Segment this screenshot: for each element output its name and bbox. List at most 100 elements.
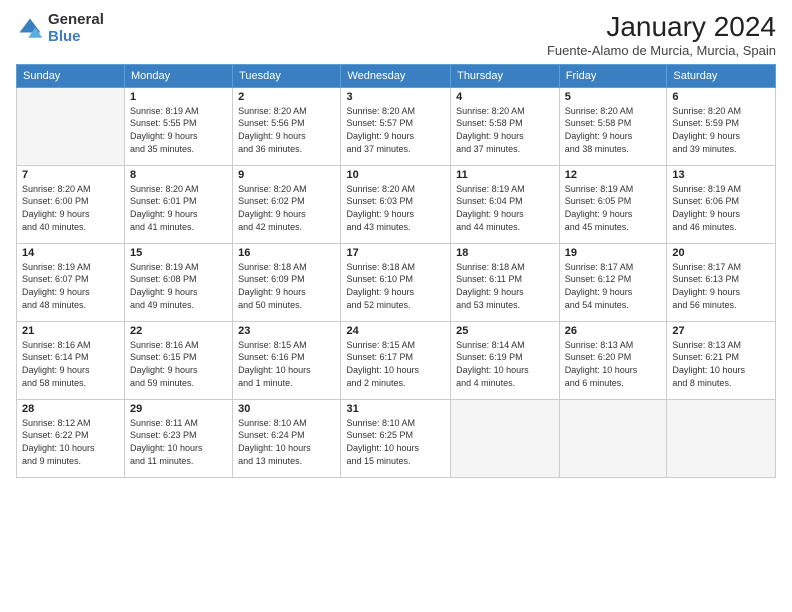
day-info: Sunrise: 8:14 AM Sunset: 6:19 PM Dayligh… <box>456 339 554 389</box>
day-number: 23 <box>238 325 335 337</box>
day-info: Sunrise: 8:16 AM Sunset: 6:15 PM Dayligh… <box>130 339 227 389</box>
week-row-2: 7 Sunrise: 8:20 AM Sunset: 6:00 PM Daylig… <box>17 165 776 243</box>
day-cell-11: 11Sunrise: 8:19 AM Sunset: 6:04 PM Dayli… <box>451 165 560 243</box>
header-day-monday: Monday <box>124 64 232 87</box>
day-cell-28: 28 Sunrise: 8:12 AM Sunset: 6:22 PM Dayli… <box>17 399 125 477</box>
day-info: Sunrise: 8:20 AM Sunset: 6:03 PM Dayligh… <box>346 183 445 233</box>
day-info: Sunrise: 8:18 AM Sunset: 6:10 PM Dayligh… <box>346 261 445 311</box>
week-row-1: 1 Sunrise: 8:19 AM Sunset: 5:55 PM Daylig… <box>17 87 776 165</box>
day-cell-7: 7 Sunrise: 8:20 AM Sunset: 6:00 PM Daylig… <box>17 165 125 243</box>
day-number: 4 <box>456 91 554 103</box>
day-cell-25: 25 Sunrise: 8:14 AM Sunset: 6:19 PM Dayli… <box>451 321 560 399</box>
header-day-tuesday: Tuesday <box>233 64 341 87</box>
day-info: Sunrise: 8:20 AM Sunset: 5:56 PM Dayligh… <box>238 105 335 155</box>
day-number: 7 <box>22 169 119 181</box>
calendar-table: SundayMondayTuesdayWednesdayThursdayFrid… <box>16 64 776 478</box>
day-number: 8 <box>130 169 227 181</box>
day-info: Sunrise: 8:10 AM Sunset: 6:24 PM Dayligh… <box>238 417 335 467</box>
day-info: Sunrise: 8:19 AM Sunset: 6:04 PM Dayligh… <box>456 183 554 233</box>
day-number: 26 <box>565 325 662 337</box>
title-block: January 2024 Fuente-Alamo de Murcia, Mur… <box>547 12 776 58</box>
day-info: Sunrise: 8:15 AM Sunset: 6:17 PM Dayligh… <box>346 339 445 389</box>
day-info: Sunrise: 8:19 AM Sunset: 6:07 PM Dayligh… <box>22 261 119 311</box>
week-row-3: 14 Sunrise: 8:19 AM Sunset: 6:07 PM Dayli… <box>17 243 776 321</box>
day-cell-9: 9 Sunrise: 8:20 AM Sunset: 6:02 PM Daylig… <box>233 165 341 243</box>
day-number: 28 <box>22 403 119 415</box>
day-number: 16 <box>238 247 335 259</box>
day-number: 5 <box>565 91 662 103</box>
day-cell-14: 14 Sunrise: 8:19 AM Sunset: 6:07 PM Dayli… <box>17 243 125 321</box>
location-title: Fuente-Alamo de Murcia, Murcia, Spain <box>547 43 776 58</box>
day-number: 15 <box>130 247 227 259</box>
day-info: Sunrise: 8:20 AM Sunset: 5:58 PM Dayligh… <box>456 105 554 155</box>
day-info: Sunrise: 8:19 AM Sunset: 5:55 PM Dayligh… <box>130 105 227 155</box>
day-number: 14 <box>22 247 119 259</box>
header: General Blue January 2024 Fuente-Alamo d… <box>16 12 776 58</box>
month-title: January 2024 <box>547 12 776 43</box>
day-number: 2 <box>238 91 335 103</box>
day-cell-19: 19 Sunrise: 8:17 AM Sunset: 6:12 PM Dayli… <box>559 243 667 321</box>
day-info: Sunrise: 8:13 AM Sunset: 6:20 PM Dayligh… <box>565 339 662 389</box>
day-number: 6 <box>672 91 770 103</box>
day-number: 27 <box>672 325 770 337</box>
day-number: 9 <box>238 169 335 181</box>
header-day-thursday: Thursday <box>451 64 560 87</box>
day-cell-6: 6 Sunrise: 8:20 AM Sunset: 5:59 PM Daylig… <box>667 87 776 165</box>
day-number: 30 <box>238 403 335 415</box>
day-cell-8: 8Sunrise: 8:20 AM Sunset: 6:01 PM Daylig… <box>124 165 232 243</box>
day-info: Sunrise: 8:20 AM Sunset: 5:58 PM Dayligh… <box>565 105 662 155</box>
day-number: 21 <box>22 325 119 337</box>
day-info: Sunrise: 8:18 AM Sunset: 6:09 PM Dayligh… <box>238 261 335 311</box>
day-number: 17 <box>346 247 445 259</box>
day-number: 10 <box>346 169 445 181</box>
header-row: SundayMondayTuesdayWednesdayThursdayFrid… <box>17 64 776 87</box>
logo: General Blue <box>16 12 104 45</box>
day-info: Sunrise: 8:15 AM Sunset: 6:16 PM Dayligh… <box>238 339 335 389</box>
day-cell-17: 17 Sunrise: 8:18 AM Sunset: 6:10 PM Dayli… <box>341 243 451 321</box>
day-cell-29: 29Sunrise: 8:11 AM Sunset: 6:23 PM Dayli… <box>124 399 232 477</box>
day-info: Sunrise: 8:20 AM Sunset: 6:00 PM Dayligh… <box>22 183 119 233</box>
day-cell-27: 27Sunrise: 8:13 AM Sunset: 6:21 PM Dayli… <box>667 321 776 399</box>
day-number: 22 <box>130 325 227 337</box>
day-number: 20 <box>672 247 770 259</box>
header-day-saturday: Saturday <box>667 64 776 87</box>
day-info: Sunrise: 8:17 AM Sunset: 6:13 PM Dayligh… <box>672 261 770 311</box>
day-cell-22: 22 Sunrise: 8:16 AM Sunset: 6:15 PM Dayli… <box>124 321 232 399</box>
day-cell-2: 2 Sunrise: 8:20 AM Sunset: 5:56 PM Daylig… <box>233 87 341 165</box>
day-number: 12 <box>565 169 662 181</box>
day-number: 1 <box>130 91 227 103</box>
day-info: Sunrise: 8:16 AM Sunset: 6:14 PM Dayligh… <box>22 339 119 389</box>
week-row-4: 21 Sunrise: 8:16 AM Sunset: 6:14 PM Dayli… <box>17 321 776 399</box>
day-cell-12: 12Sunrise: 8:19 AM Sunset: 6:05 PM Dayli… <box>559 165 667 243</box>
day-number: 25 <box>456 325 554 337</box>
calendar-page: General Blue January 2024 Fuente-Alamo d… <box>0 0 792 612</box>
day-info: Sunrise: 8:20 AM Sunset: 5:59 PM Dayligh… <box>672 105 770 155</box>
day-number: 31 <box>346 403 445 415</box>
day-cell-24: 24Sunrise: 8:15 AM Sunset: 6:17 PM Dayli… <box>341 321 451 399</box>
day-cell-31: 31Sunrise: 8:10 AM Sunset: 6:25 PM Dayli… <box>341 399 451 477</box>
day-number: 13 <box>672 169 770 181</box>
logo-text: General Blue <box>48 12 104 45</box>
day-cell-30: 30 Sunrise: 8:10 AM Sunset: 6:24 PM Dayli… <box>233 399 341 477</box>
day-cell-13: 13Sunrise: 8:19 AM Sunset: 6:06 PM Dayli… <box>667 165 776 243</box>
day-cell-3: 3 Sunrise: 8:20 AM Sunset: 5:57 PM Daylig… <box>341 87 451 165</box>
day-info: Sunrise: 8:12 AM Sunset: 6:22 PM Dayligh… <box>22 417 119 467</box>
day-number: 3 <box>346 91 445 103</box>
day-cell-21: 21 Sunrise: 8:16 AM Sunset: 6:14 PM Dayli… <box>17 321 125 399</box>
empty-cell <box>17 87 125 165</box>
day-info: Sunrise: 8:17 AM Sunset: 6:12 PM Dayligh… <box>565 261 662 311</box>
day-cell-18: 18 Sunrise: 8:18 AM Sunset: 6:11 PM Dayli… <box>451 243 560 321</box>
day-info: Sunrise: 8:19 AM Sunset: 6:08 PM Dayligh… <box>130 261 227 311</box>
header-day-friday: Friday <box>559 64 667 87</box>
day-cell-1: 1 Sunrise: 8:19 AM Sunset: 5:55 PM Daylig… <box>124 87 232 165</box>
day-number: 19 <box>565 247 662 259</box>
day-number: 29 <box>130 403 227 415</box>
day-info: Sunrise: 8:20 AM Sunset: 5:57 PM Dayligh… <box>346 105 445 155</box>
empty-cell <box>559 399 667 477</box>
day-cell-20: 20 Sunrise: 8:17 AM Sunset: 6:13 PM Dayli… <box>667 243 776 321</box>
day-number: 18 <box>456 247 554 259</box>
day-info: Sunrise: 8:20 AM Sunset: 6:02 PM Dayligh… <box>238 183 335 233</box>
logo-blue: Blue <box>48 29 104 46</box>
day-info: Sunrise: 8:18 AM Sunset: 6:11 PM Dayligh… <box>456 261 554 311</box>
day-cell-26: 26 Sunrise: 8:13 AM Sunset: 6:20 PM Dayli… <box>559 321 667 399</box>
